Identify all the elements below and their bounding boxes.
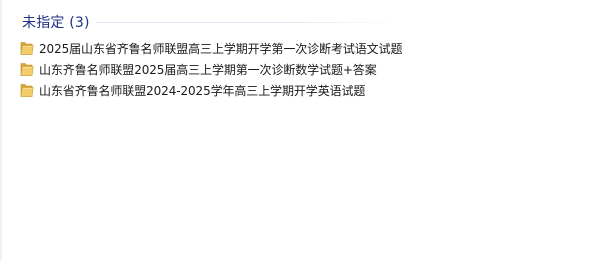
file-name: 山东省齐鲁名师联盟2024-2025学年高三上学期开学英语试题 [39, 83, 366, 98]
pane-left-edge [0, 0, 2, 260]
list-item[interactable]: 山东省齐鲁名师联盟2024-2025学年高三上学期开学英语试题 [20, 80, 420, 100]
file-name: 2025届山东省齐鲁名师联盟高三上学期开学第一次诊断考试语文试题 [39, 41, 403, 56]
list-item[interactable]: 2025届山东省齐鲁名师联盟高三上学期开学第一次诊断考试语文试题 [20, 38, 420, 58]
folder-icon [20, 82, 34, 98]
file-name: 山东齐鲁名师联盟2025届高三上学期第一次诊断数学试题+答案 [39, 62, 377, 77]
folder-icon [20, 61, 34, 77]
folder-icon [20, 40, 34, 56]
group-header-unspecified[interactable]: 未指定 (3) [22, 12, 96, 32]
list-item[interactable]: 山东齐鲁名师联盟2025届高三上学期第一次诊断数学试题+答案 [20, 59, 420, 79]
file-explorer-pane: 未指定 (3) 2025届山东省齐鲁名师联盟高三上学期开学第一次诊断考试语文试题 [0, 0, 603, 260]
group-title: 未指定 (3) [22, 12, 96, 32]
file-list: 2025届山东省齐鲁名师联盟高三上学期开学第一次诊断考试语文试题 山东齐鲁名师联… [20, 38, 420, 100]
